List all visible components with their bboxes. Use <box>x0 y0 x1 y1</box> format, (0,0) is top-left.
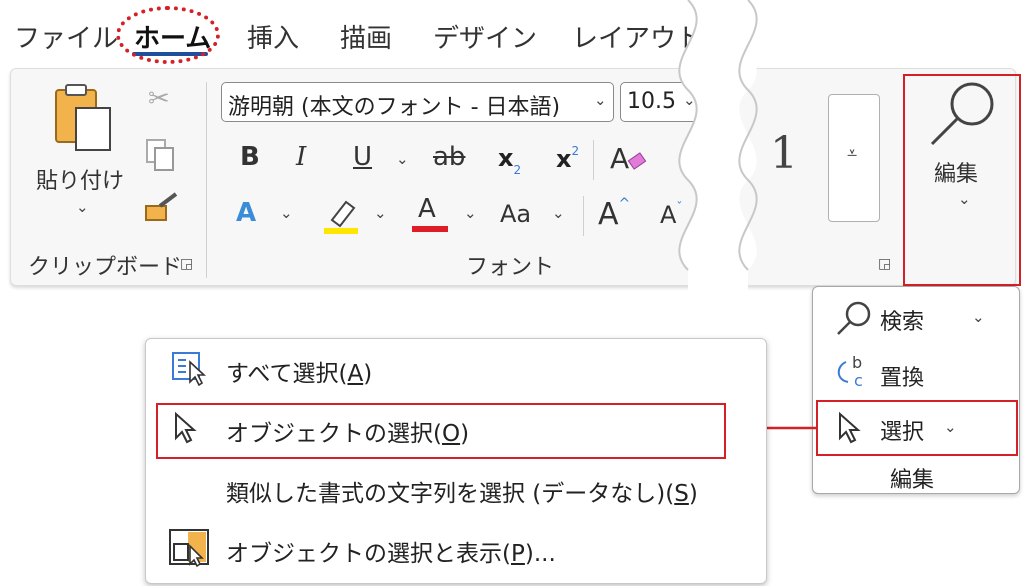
clipboard-group-label: クリップボード <box>28 255 183 280</box>
replace-icon: bc <box>834 353 870 394</box>
subscript-button[interactable]: x2 <box>498 144 521 177</box>
bold-button[interactable]: B <box>240 144 260 170</box>
select-button[interactable]: 選択 <box>880 414 924 446</box>
editing-search-icon[interactable] <box>928 80 998 154</box>
change-case-chevron-down-icon[interactable]: ⌄ <box>552 204 565 222</box>
change-case-button[interactable]: Aa <box>500 200 531 228</box>
tab-file[interactable]: ファイル <box>14 18 118 55</box>
find-chevron-down-icon[interactable]: ⌄ <box>972 308 985 326</box>
select-all-icon <box>170 350 210 390</box>
cut-scissors-icon[interactable]: ✂ <box>148 86 170 112</box>
font-name-combobox[interactable]: 游明朝 (本文のフォント - 日本語) ⌄ <box>221 82 614 122</box>
select-all-item[interactable]: すべて選択(A) <box>226 354 372 388</box>
svg-text:A: A <box>610 142 629 175</box>
grow-font-letter: A <box>598 197 619 232</box>
text-effects-button[interactable]: A <box>236 200 256 226</box>
editing-panel-group-label: 編集 <box>890 468 935 493</box>
group-separator <box>206 82 207 278</box>
font-color-button[interactable]: A <box>418 196 436 222</box>
subscript-mark: 2 <box>513 163 522 177</box>
paste-icon[interactable] <box>52 82 116 154</box>
selection-pane-item[interactable]: オブジェクトの選択と表示(P)... <box>226 534 556 568</box>
font-launcher-icon[interactable]: ◲ <box>878 256 891 272</box>
font-color-bar <box>412 226 448 232</box>
superscript-button[interactable]: x2 <box>556 144 579 173</box>
font-group-label: フォント <box>466 255 555 280</box>
gallery-expand-icon: ⩡ <box>847 143 858 164</box>
select-cursor-icon <box>836 411 866 448</box>
paste-chevron-down-icon[interactable]: ⌄ <box>76 198 89 216</box>
select-objects-cursor-icon <box>172 411 202 448</box>
select-chevron-down-icon[interactable]: ⌄ <box>944 418 957 436</box>
editing-chevron-down-icon[interactable]: ⌄ <box>958 190 971 208</box>
select-objects-item[interactable]: オブジェクトの選択(O) <box>226 414 469 448</box>
underline-chevron-down-icon[interactable]: ⌄ <box>396 150 409 168</box>
italic-button[interactable]: I <box>296 144 306 170</box>
editing-button[interactable]: 編集 <box>934 156 978 188</box>
highlight-chevron-down-icon[interactable]: ⌄ <box>374 204 387 222</box>
grow-font-button[interactable]: A^ <box>598 196 630 232</box>
find-button[interactable]: 検索 <box>880 304 924 336</box>
select-similar-item[interactable]: 類似した書式の文字列を選択 (データなし)(S) <box>226 474 698 508</box>
style-number[interactable]: 1 <box>770 128 798 179</box>
font-color-chevron-down-icon[interactable]: ⌄ <box>464 204 477 222</box>
format-painter-icon[interactable] <box>144 192 180 228</box>
grow-font-caret-icon: ^ <box>618 196 631 212</box>
paste-button[interactable]: 貼り付け <box>36 163 124 195</box>
strikethrough-button[interactable]: ab <box>433 144 465 170</box>
styles-gallery-more-button[interactable]: ⩡ <box>828 94 880 222</box>
superscript-x: x <box>556 145 572 173</box>
svg-text:b: b <box>852 354 862 372</box>
tab-draw[interactable]: 描画 <box>340 18 392 55</box>
clipboard-launcher-icon[interactable]: ◲ <box>180 256 193 272</box>
subscript-x: x <box>498 144 514 172</box>
highlight-color-icon[interactable] <box>322 196 362 240</box>
svg-text:c: c <box>854 371 863 390</box>
tab-insert[interactable]: 挿入 <box>247 18 299 55</box>
text-effects-chevron-down-icon[interactable]: ⌄ <box>280 204 293 222</box>
selection-pane-icon <box>168 528 212 572</box>
font-name-value: 游明朝 (本文のフォント - 日本語) <box>228 95 561 120</box>
font-name-chevron-down-icon: ⌄ <box>594 91 607 109</box>
wavy-cut-band <box>678 0 758 300</box>
tab-design[interactable]: デザイン <box>433 18 537 55</box>
home-tab-highlight-circle <box>116 6 220 64</box>
replace-button[interactable]: 置換 <box>880 360 924 392</box>
copy-icon[interactable] <box>145 138 177 176</box>
underline-button[interactable]: U <box>353 144 372 170</box>
superscript-mark: 2 <box>571 144 580 158</box>
font-separator-2 <box>583 196 584 236</box>
clear-formatting-icon[interactable]: A <box>608 140 648 180</box>
font-separator <box>593 140 594 180</box>
find-icon <box>834 300 874 340</box>
